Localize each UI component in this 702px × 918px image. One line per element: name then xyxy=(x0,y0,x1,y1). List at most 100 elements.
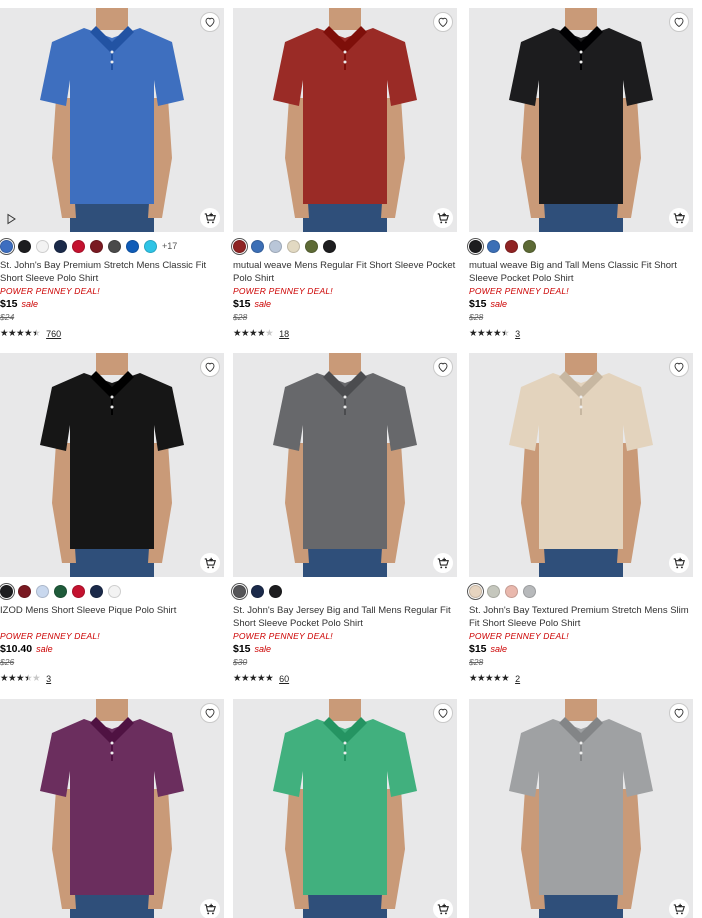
product-image[interactable] xyxy=(233,8,457,232)
rating-row: ★★★★★ 760 xyxy=(0,328,224,339)
color-swatch[interactable] xyxy=(36,584,49,598)
heart-icon[interactable] xyxy=(200,12,220,32)
color-swatch[interactable] xyxy=(72,239,85,253)
color-swatch[interactable] xyxy=(18,239,31,253)
color-swatch[interactable] xyxy=(487,239,500,253)
color-swatch[interactable] xyxy=(251,239,264,253)
color-swatch[interactable] xyxy=(0,584,13,598)
product-image[interactable] xyxy=(233,353,457,577)
cart-icon[interactable] xyxy=(669,899,689,918)
review-count-link[interactable]: 3 xyxy=(515,329,520,339)
sale-label: sale xyxy=(254,299,272,309)
color-swatch[interactable] xyxy=(0,239,13,253)
review-count-link[interactable]: 60 xyxy=(279,674,289,684)
cart-icon[interactable] xyxy=(200,553,220,573)
cart-icon[interactable] xyxy=(200,899,220,918)
review-count-link[interactable]: 760 xyxy=(46,329,61,339)
product-image-container[interactable] xyxy=(469,8,693,232)
sale-price: $15 xyxy=(233,298,251,310)
color-swatch[interactable] xyxy=(469,584,482,598)
color-swatch[interactable] xyxy=(505,239,518,253)
color-swatch[interactable] xyxy=(269,584,282,598)
color-swatch[interactable] xyxy=(18,584,31,598)
color-swatch[interactable] xyxy=(287,239,300,253)
rating-row: ★★★★★ 3 xyxy=(0,673,224,684)
product-image[interactable] xyxy=(0,353,224,577)
color-swatch[interactable] xyxy=(469,239,482,253)
review-count-link[interactable]: 3 xyxy=(46,674,51,684)
price-line: $15 sale xyxy=(469,643,693,656)
color-swatch[interactable] xyxy=(505,584,518,598)
star-rating: ★★★★★ xyxy=(469,673,510,684)
heart-icon[interactable] xyxy=(669,703,689,723)
review-count-link[interactable]: 2 xyxy=(515,674,520,684)
product-title-link[interactable]: St. John's Bay Premium Stretch Mens Clas… xyxy=(0,259,224,285)
product-image-container[interactable] xyxy=(233,699,457,918)
heart-icon[interactable] xyxy=(433,12,453,32)
color-swatch[interactable] xyxy=(54,584,67,598)
color-swatch[interactable] xyxy=(305,239,318,253)
product-title-link[interactable]: IZOD Mens Short Sleeve Pique Polo Shirt xyxy=(0,604,224,630)
color-swatch[interactable] xyxy=(54,239,67,253)
product-image-container[interactable] xyxy=(469,699,693,918)
original-price: $24 xyxy=(0,312,15,322)
product-title-link[interactable]: St. John's Bay Textured Premium Stretch … xyxy=(469,604,693,630)
cart-icon[interactable] xyxy=(200,208,220,228)
color-swatch[interactable] xyxy=(90,584,103,598)
original-price: $26 xyxy=(0,657,15,667)
product-image-container[interactable] xyxy=(233,353,457,577)
color-swatch[interactable] xyxy=(523,584,536,598)
star-rating: ★★★★★ xyxy=(469,328,510,339)
price-line: $15 sale xyxy=(233,298,457,311)
product-image[interactable] xyxy=(469,699,693,918)
heart-icon[interactable] xyxy=(433,357,453,377)
product-image-container[interactable] xyxy=(233,8,457,232)
cart-icon[interactable] xyxy=(433,208,453,228)
rating-row: ★★★★★ 60 xyxy=(233,673,457,684)
color-swatch[interactable] xyxy=(108,239,121,253)
color-swatch[interactable] xyxy=(90,239,103,253)
cart-icon[interactable] xyxy=(433,899,453,918)
product-title-link[interactable]: St. John's Bay Jersey Big and Tall Mens … xyxy=(233,604,457,630)
heart-icon[interactable] xyxy=(200,357,220,377)
review-count-link[interactable]: 18 xyxy=(279,329,289,339)
price-line: $10.40 sale xyxy=(0,643,224,656)
play-icon[interactable] xyxy=(2,210,20,228)
color-swatch[interactable] xyxy=(233,584,246,598)
original-price: $28 xyxy=(233,312,248,322)
rating-row: ★★★★★ 18 xyxy=(233,328,457,339)
color-swatch[interactable] xyxy=(72,584,85,598)
product-title-link[interactable]: mutual weave Mens Regular Fit Short Slee… xyxy=(233,259,457,285)
color-swatch[interactable] xyxy=(323,239,336,253)
color-swatch[interactable] xyxy=(251,584,264,598)
product-image[interactable] xyxy=(0,8,224,232)
cart-icon[interactable] xyxy=(433,553,453,573)
color-swatch[interactable] xyxy=(487,584,500,598)
color-swatch[interactable] xyxy=(36,239,49,253)
product-image-container[interactable] xyxy=(0,8,224,232)
product-image[interactable] xyxy=(233,699,457,918)
star-rating: ★★★★★ xyxy=(0,673,41,684)
more-colors-count[interactable]: +17 xyxy=(162,241,177,251)
product-title-link[interactable]: mutual weave Big and Tall Mens Classic F… xyxy=(469,259,693,285)
product-image-container[interactable] xyxy=(469,353,693,577)
cart-icon[interactable] xyxy=(669,553,689,573)
heart-icon[interactable] xyxy=(669,357,689,377)
product-image-container[interactable] xyxy=(0,353,224,577)
color-swatch[interactable] xyxy=(523,239,536,253)
color-swatches xyxy=(469,584,693,598)
color-swatch[interactable] xyxy=(269,239,282,253)
product-image-container[interactable] xyxy=(0,699,224,918)
color-swatch[interactable] xyxy=(108,584,121,598)
heart-icon[interactable] xyxy=(433,703,453,723)
heart-icon[interactable] xyxy=(669,12,689,32)
color-swatch[interactable] xyxy=(126,239,139,253)
star-rating: ★★★★★ xyxy=(233,328,274,339)
cart-icon[interactable] xyxy=(669,208,689,228)
color-swatch[interactable] xyxy=(144,239,157,253)
product-image[interactable] xyxy=(0,699,224,918)
color-swatch[interactable] xyxy=(233,239,246,253)
product-image[interactable] xyxy=(469,8,693,232)
product-image[interactable] xyxy=(469,353,693,577)
heart-icon[interactable] xyxy=(200,703,220,723)
